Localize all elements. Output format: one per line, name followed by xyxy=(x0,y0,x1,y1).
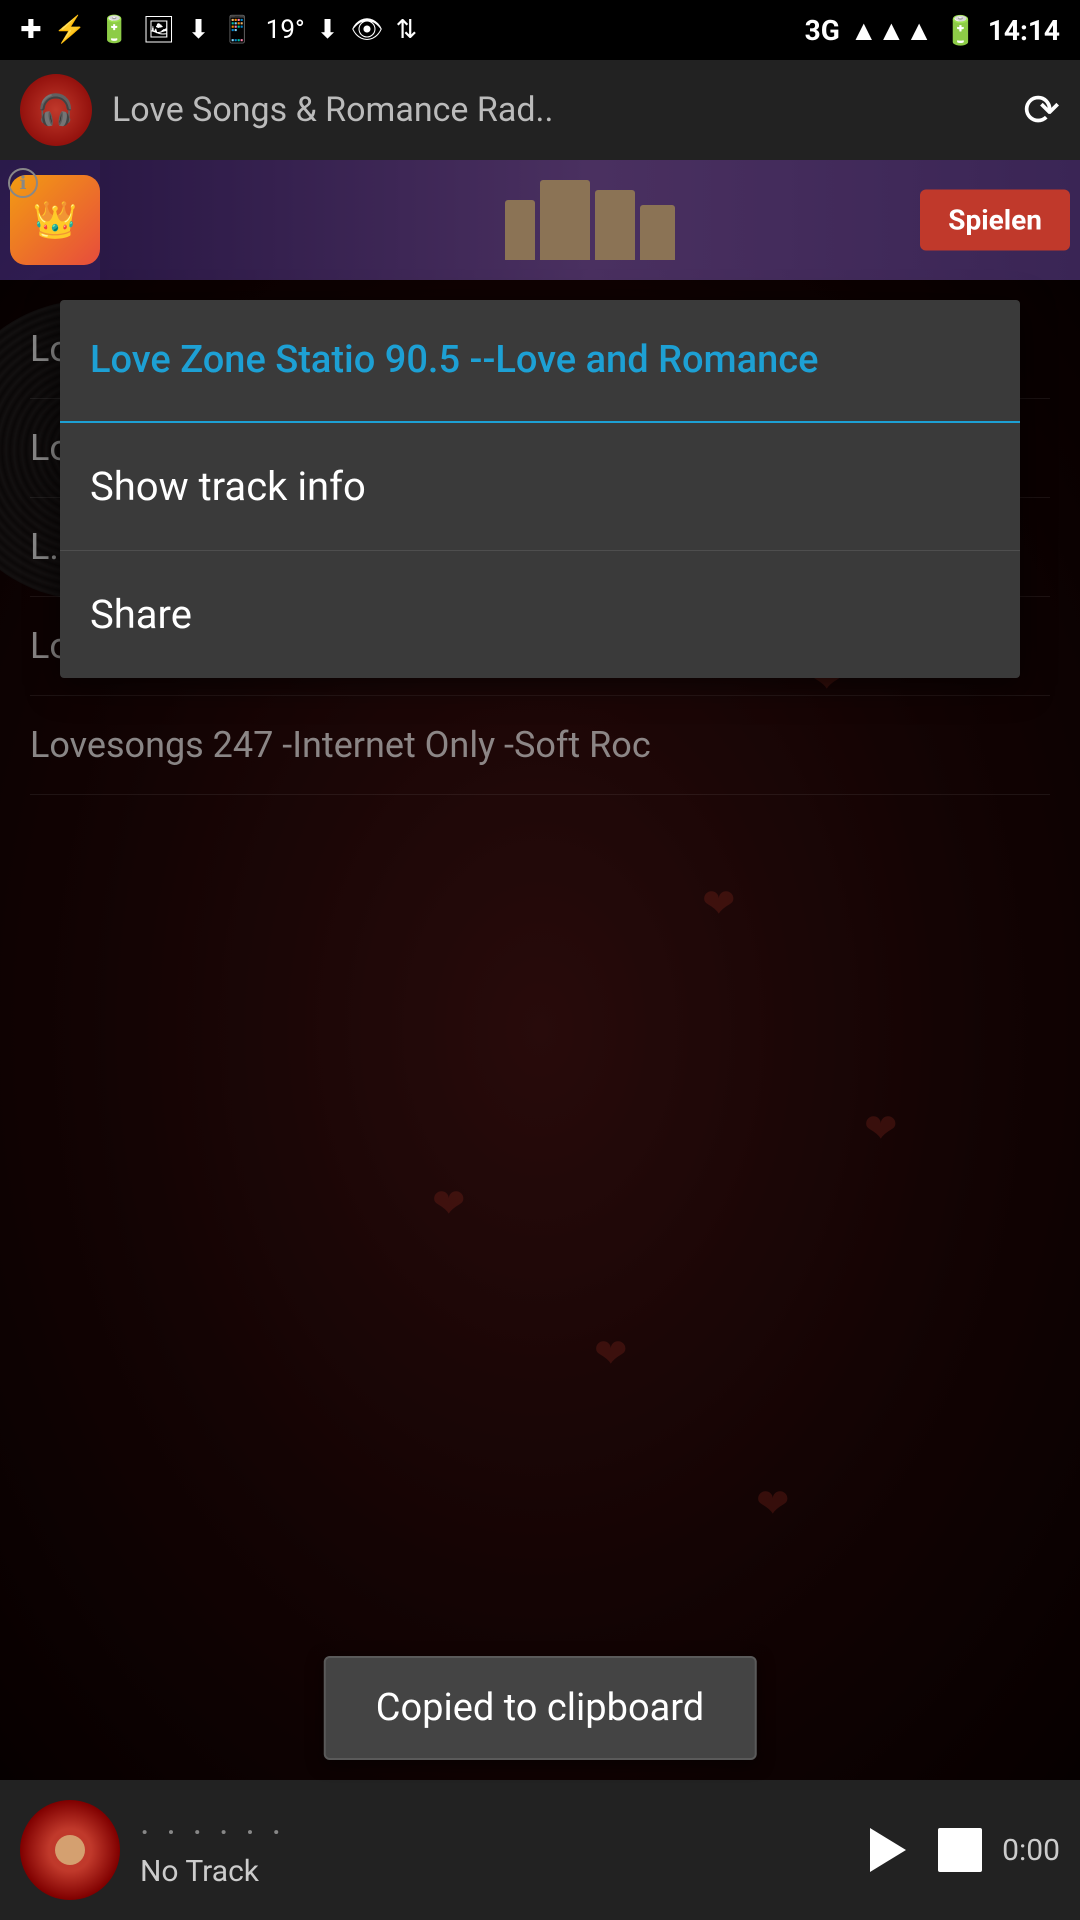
player-time: 0:00 xyxy=(1002,1833,1060,1868)
usb-icon: ⚡ xyxy=(54,15,86,45)
ad-building-4 xyxy=(640,205,675,260)
share-item[interactable]: Share xyxy=(60,551,1020,678)
player-controls xyxy=(858,1820,982,1880)
network-label: 3G xyxy=(805,14,840,47)
eye-icon: 👁 xyxy=(350,15,383,45)
player-bar: · · · · · · No Track 0:00 xyxy=(0,1780,1080,1920)
refresh-button[interactable]: ⟳ xyxy=(1023,84,1060,136)
ad-play-button[interactable]: Spielen xyxy=(920,190,1070,251)
player-dots: · · · · · · xyxy=(140,1812,838,1854)
phone-icon: 📱 xyxy=(221,15,253,45)
app-toolbar: 🎧 Love Songs & Romance Rad.. ⟳ xyxy=(0,60,1080,160)
battery-icon: 🔋 xyxy=(943,14,978,47)
ad-building-1 xyxy=(505,200,535,260)
signal-icon: ▲▲▲ xyxy=(850,14,933,47)
status-bar-left: ✚ ⚡ 🔋 🖼 ⬇ 📱 19° ⬇ 👁 ⇅ xyxy=(20,15,417,45)
image-icon: 🖼 xyxy=(143,15,176,45)
temperature-icon: 19° xyxy=(266,15,305,45)
status-bar-right: 3G ▲▲▲ 🔋 14:14 xyxy=(805,14,1060,47)
play-button[interactable] xyxy=(858,1820,918,1880)
ad-buildings xyxy=(505,180,675,260)
ad-info-icon: ℹ xyxy=(8,168,38,198)
app-logo: 🎧 xyxy=(20,74,92,146)
app-title: Love Songs & Romance Rad.. xyxy=(112,90,1003,130)
data-sync-icon: ⇅ xyxy=(395,15,417,45)
player-track-label: No Track xyxy=(140,1854,838,1889)
player-info: · · · · · · No Track xyxy=(140,1812,838,1889)
play-triangle-icon xyxy=(870,1828,906,1872)
clipboard-toast: Copied to clipboard xyxy=(324,1656,757,1760)
time-label: 14:14 xyxy=(988,14,1060,47)
logo-headphones-icon: 🎧 xyxy=(37,93,74,128)
show-track-info-item[interactable]: Show track info xyxy=(60,423,1020,551)
ad-building-2 xyxy=(540,180,590,260)
status-bar: ✚ ⚡ 🔋 🖼 ⬇ 📱 19° ⬇ 👁 ⇅ 3G ▲▲▲ 🔋 14:14 xyxy=(0,0,1080,60)
battery-full-icon: 🔋 xyxy=(98,15,130,45)
add-icon: ✚ xyxy=(20,15,42,45)
stop-button[interactable] xyxy=(938,1828,982,1872)
ad-banner[interactable]: ℹ 👑 Spielen xyxy=(0,160,1080,280)
context-menu: Love Zone Statio 90.5 --Love and Romance… xyxy=(60,300,1020,678)
ad-building-3 xyxy=(595,190,635,260)
player-thumbnail xyxy=(20,1800,120,1900)
context-menu-title: Love Zone Statio 90.5 --Love and Romance xyxy=(60,300,1020,423)
ad-image-area: Spielen xyxy=(100,160,1080,280)
player-thumb-inner xyxy=(55,1835,85,1865)
download-icon: ⬇ xyxy=(188,15,210,45)
download2-icon: ⬇ xyxy=(317,15,339,45)
